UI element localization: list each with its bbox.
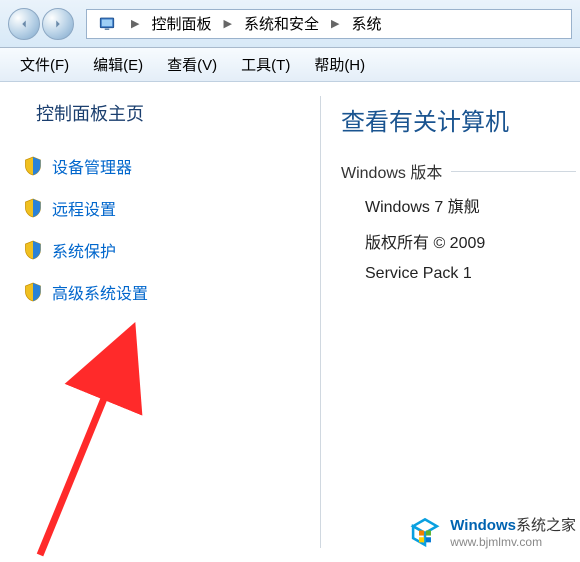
breadcrumb-item-system-security[interactable]: 系统和安全 [240, 11, 323, 36]
shield-icon [24, 198, 42, 218]
sidebar-title: 控制面板主页 [22, 100, 298, 126]
system-icon [97, 14, 117, 34]
breadcrumb[interactable]: ▶ 控制面板 ▶ 系统和安全 ▶ 系统 [86, 9, 572, 39]
watermark: Windows系统之家 www.bjmlmv.com [408, 516, 576, 550]
nav-buttons [8, 8, 74, 40]
forward-button[interactable] [42, 8, 74, 40]
content-area: 控制面板主页 设备管理器 远程设置 系统保护 高级系统设置 查看有关计算机 Wi… [0, 82, 580, 562]
watermark-title: Windows系统之家 [450, 517, 576, 535]
section-label-text: Windows 版本 [341, 165, 442, 182]
page-title: 查看有关计算机 [341, 102, 576, 137]
back-button[interactable] [8, 8, 40, 40]
shield-icon [24, 156, 42, 176]
sidebar-link-device-manager[interactable]: 设备管理器 [22, 148, 298, 184]
chevron-icon: ▶ [223, 17, 231, 30]
menu-bar: 文件(F) 编辑(E) 查看(V) 工具(T) 帮助(H) [0, 48, 580, 82]
copyright: 版权所有 © 2009 [341, 223, 576, 259]
sidebar-link-label: 远程设置 [52, 196, 116, 220]
sidebar-link-label: 高级系统设置 [52, 280, 148, 304]
sidebar-link-label: 设备管理器 [52, 154, 132, 178]
shield-icon [24, 240, 42, 260]
chevron-icon: ▶ [331, 17, 339, 30]
os-name: Windows 7 旗舰 [341, 187, 576, 223]
shield-icon [24, 282, 42, 302]
sidebar-link-advanced-settings[interactable]: 高级系统设置 [22, 274, 298, 310]
breadcrumb-item-control-panel[interactable]: 控制面板 [147, 11, 215, 36]
section-header: Windows 版本 [341, 159, 576, 183]
main-content: 查看有关计算机 Windows 版本 Windows 7 旗舰 版权所有 © 2… [321, 82, 580, 562]
windows-logo-icon [408, 516, 442, 550]
breadcrumb-item-system[interactable]: 系统 [347, 11, 385, 36]
watermark-url: www.bjmlmv.com [450, 535, 576, 549]
sidebar-link-label: 系统保护 [52, 238, 116, 262]
menu-view[interactable]: 查看(V) [157, 50, 227, 79]
menu-tools[interactable]: 工具(T) [231, 50, 300, 79]
sidebar: 控制面板主页 设备管理器 远程设置 系统保护 高级系统设置 [0, 82, 320, 562]
chevron-icon: ▶ [131, 17, 139, 30]
menu-help[interactable]: 帮助(H) [304, 50, 375, 79]
service-pack: Service Pack 1 [341, 259, 576, 289]
navigation-bar: ▶ 控制面板 ▶ 系统和安全 ▶ 系统 [0, 0, 580, 48]
menu-file[interactable]: 文件(F) [10, 50, 79, 79]
sidebar-link-system-protection[interactable]: 系统保护 [22, 232, 298, 268]
menu-edit[interactable]: 编辑(E) [83, 50, 153, 79]
sidebar-link-remote-settings[interactable]: 远程设置 [22, 190, 298, 226]
